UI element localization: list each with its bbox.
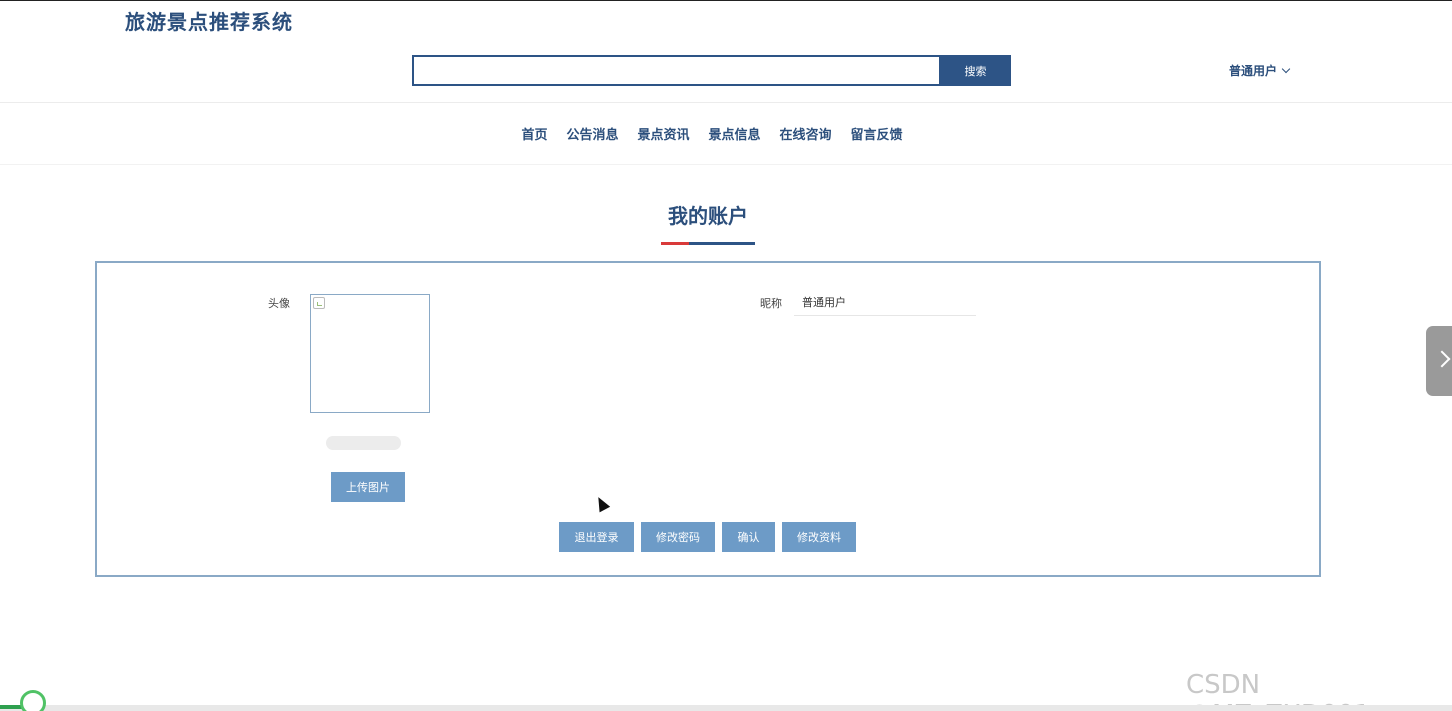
nav-divider xyxy=(0,164,1452,165)
user-menu-label: 普通用户 xyxy=(1229,64,1278,78)
main-nav: 首页 公告消息 景点资讯 景点信息 在线咨询 留言反馈 xyxy=(0,124,1424,143)
nav-item-attraction-info[interactable]: 景点信息 xyxy=(709,124,761,143)
page-title: 我的账户 xyxy=(668,204,748,228)
confirm-button[interactable]: 确认 xyxy=(722,522,775,552)
site-title: 旅游景点推荐系统 xyxy=(125,10,293,34)
nickname-field[interactable] xyxy=(794,288,976,316)
logout-button[interactable]: 退出登录 xyxy=(559,522,634,552)
upload-placeholder xyxy=(326,436,401,450)
edit-profile-button[interactable]: 修改资料 xyxy=(782,522,856,552)
nickname-label: 昵称 xyxy=(760,297,782,310)
user-menu[interactable]: 普通用户 xyxy=(1229,62,1291,79)
nav-item-home[interactable]: 首页 xyxy=(521,124,547,143)
avatar-image xyxy=(310,294,430,413)
change-password-button[interactable]: 修改密码 xyxy=(641,522,715,552)
avatar-label: 头像 xyxy=(268,297,290,310)
title-underline xyxy=(661,242,755,245)
broken-image-icon xyxy=(313,297,325,309)
search-button[interactable]: 搜索 xyxy=(940,55,1011,86)
chevron-down-icon xyxy=(1281,64,1291,73)
nav-item-announcements[interactable]: 公告消息 xyxy=(566,124,618,143)
nav-item-online-consult[interactable]: 在线咨询 xyxy=(780,124,832,143)
search-box xyxy=(412,55,941,86)
nav-item-attraction-news[interactable]: 景点资讯 xyxy=(637,124,689,143)
upload-image-button[interactable]: 上传图片 xyxy=(331,472,405,502)
video-progress-track[interactable] xyxy=(0,705,1452,711)
top-border xyxy=(0,0,1452,1)
nav-item-feedback[interactable]: 留言反馈 xyxy=(851,124,903,143)
search-input[interactable] xyxy=(414,57,939,84)
video-progress-handle[interactable] xyxy=(20,690,46,711)
header-divider xyxy=(0,102,1452,103)
